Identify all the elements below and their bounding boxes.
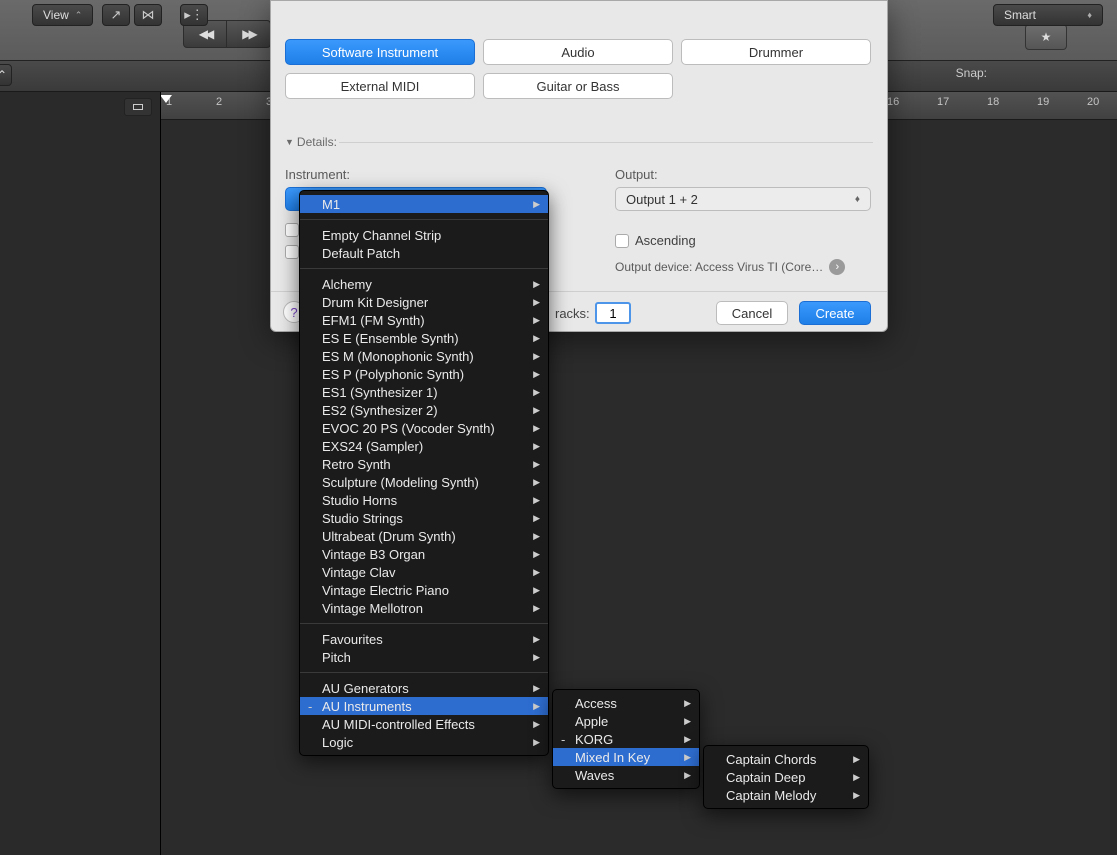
ascending-checkbox[interactable]: Ascending — [615, 233, 696, 248]
disclosure-triangle-icon: ▼ — [285, 137, 294, 147]
snap-menu[interactable]: Smart♦ — [993, 4, 1103, 26]
menu-item-favourites[interactable]: Favourites — [300, 630, 548, 648]
menu-item-au-midi[interactable]: AU MIDI-controlled Effects — [300, 715, 548, 733]
toolbar-icon-2[interactable]: ⋈ — [134, 4, 162, 26]
menu-item[interactable]: Studio Horns — [300, 491, 548, 509]
menu-item-logic[interactable]: Logic — [300, 733, 548, 751]
menu-item-captain-deep[interactable]: Captain Deep — [704, 768, 868, 786]
ruler-mark: 20 — [1087, 96, 1099, 108]
tab-software-instrument[interactable]: Software Instrument — [285, 39, 475, 65]
menu-item-captain-melody[interactable]: Captain Melody — [704, 786, 868, 804]
menu-item[interactable]: ES1 (Synthesizer 1) — [300, 383, 548, 401]
forward-button[interactable] — [227, 20, 271, 48]
left-truncated-button[interactable]: s⌃ — [0, 64, 12, 86]
ruler-mark: 16 — [887, 96, 899, 108]
menu-item[interactable]: Vintage B3 Organ — [300, 545, 548, 563]
menu-separator — [300, 623, 548, 624]
tab-drummer[interactable]: Drummer — [681, 39, 871, 65]
menu-separator — [300, 268, 548, 269]
catch-icon: ▸⋮ — [184, 7, 204, 23]
cycle-indicator[interactable] — [124, 98, 152, 116]
menu-item-korg[interactable]: KORG — [553, 730, 699, 748]
menu-item[interactable]: Sculpture (Modeling Synth) — [300, 473, 548, 491]
menu-item[interactable]: ES2 (Synthesizer 2) — [300, 401, 548, 419]
menu-item[interactable]: EVOC 20 PS (Vocoder Synth) — [300, 419, 548, 437]
cancel-button[interactable]: Cancel — [716, 301, 788, 325]
tab-guitar-bass[interactable]: Guitar or Bass — [483, 73, 673, 99]
automation-icon: ↗ — [111, 7, 122, 23]
ruler-mark: 19 — [1037, 96, 1049, 108]
menu-item[interactable]: ES P (Polyphonic Synth) — [300, 365, 548, 383]
menu-item-empty-strip[interactable]: Empty Channel Strip — [300, 226, 548, 244]
menu-separator — [300, 219, 548, 220]
toolbar-icon-1[interactable]: ↗ — [102, 4, 130, 26]
ruler-mark: 18 — [987, 96, 999, 108]
menu-item[interactable]: Retro Synth — [300, 455, 548, 473]
num-tracks-input[interactable] — [595, 302, 631, 324]
menu-separator — [300, 672, 548, 673]
menu-item[interactable]: EXS24 (Sampler) — [300, 437, 548, 455]
menu-item-waves[interactable]: Waves — [553, 766, 699, 784]
output-combo[interactable]: Output 1 + 2♦ — [615, 187, 871, 211]
ruler-mark: 17 — [937, 96, 949, 108]
instrument-menu[interactable]: M1 Empty Channel Strip Default Patch Alc… — [299, 190, 549, 756]
menu-item-m1[interactable]: M1 — [300, 195, 548, 213]
playhead-icon[interactable] — [160, 95, 172, 103]
menu-item[interactable]: Vintage Electric Piano — [300, 581, 548, 599]
create-button[interactable]: Create — [799, 301, 871, 325]
output-device-text: Output device: Access Virus TI (Core…› — [615, 259, 845, 275]
divider — [339, 142, 873, 143]
snap-label: Snap: — [956, 66, 987, 80]
menu-item-au-instruments[interactable]: AU Instruments — [300, 697, 548, 715]
num-tracks-label: racks: — [555, 306, 590, 321]
menu-item-apple[interactable]: Apple — [553, 712, 699, 730]
details-disclosure[interactable]: ▼Details: — [285, 135, 337, 149]
view-menu[interactable]: View⌃ — [32, 4, 93, 26]
menu-item[interactable]: Vintage Clav — [300, 563, 548, 581]
menu-item-pitch[interactable]: Pitch — [300, 648, 548, 666]
menu-item[interactable]: EFM1 (FM Synth) — [300, 311, 548, 329]
info-icon[interactable]: › — [829, 259, 845, 275]
menu-item-access[interactable]: Access — [553, 694, 699, 712]
flex-icon: ⋈ — [142, 7, 155, 23]
menu-item[interactable]: Vintage Mellotron — [300, 599, 548, 617]
ruler-mark: 2 — [216, 96, 222, 108]
menu-item[interactable]: ES E (Ensemble Synth) — [300, 329, 548, 347]
toolbar-icon-3[interactable]: ▸⋮ — [180, 4, 208, 26]
divider — [160, 92, 161, 855]
menu-item-au-generators[interactable]: AU Generators — [300, 679, 548, 697]
menu-item[interactable]: Studio Strings — [300, 509, 548, 527]
menu-item[interactable]: Drum Kit Designer — [300, 293, 548, 311]
menu-item[interactable]: Ultrabeat (Drum Synth) — [300, 527, 548, 545]
menu-item-default-patch[interactable]: Default Patch — [300, 244, 548, 262]
au-instruments-submenu[interactable]: Access Apple KORG Mixed In Key Waves — [552, 689, 700, 789]
toolbar-extra-button[interactable] — [1025, 24, 1067, 50]
menu-item[interactable]: ES M (Monophonic Synth) — [300, 347, 548, 365]
output-label: Output: — [615, 167, 658, 182]
tab-external-midi[interactable]: External MIDI — [285, 73, 475, 99]
instrument-label: Instrument: — [285, 167, 350, 182]
mixed-in-key-submenu[interactable]: Captain Chords Captain Deep Captain Melo… — [703, 745, 869, 809]
menu-item[interactable]: Alchemy — [300, 275, 548, 293]
menu-item-mixed-in-key[interactable]: Mixed In Key — [553, 748, 699, 766]
menu-item-captain-chords[interactable]: Captain Chords — [704, 750, 868, 768]
tab-audio[interactable]: Audio — [483, 39, 673, 65]
